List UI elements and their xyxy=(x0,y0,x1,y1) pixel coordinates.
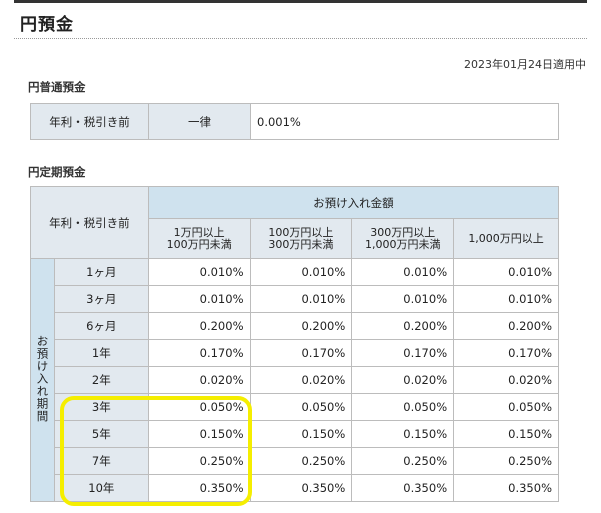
rate-cell: 0.010% xyxy=(351,258,455,286)
rate-cell: 0.250% xyxy=(453,447,559,475)
term-cell: 5年 xyxy=(53,420,149,448)
rate-cell: 0.350% xyxy=(147,474,251,502)
table-row: 6ヶ月 0.200% 0.200% 0.200% 0.200% xyxy=(31,312,559,340)
page-title: 円預金 xyxy=(20,15,74,35)
teiki-rate-label: 年利・税引き前 xyxy=(30,186,149,259)
rate-cell: 0.020% xyxy=(249,366,353,394)
futsuu-heading: 円普通預金 xyxy=(28,80,86,94)
column-header: 1,000万円以上 xyxy=(453,218,559,259)
rate-cell: 0.050% xyxy=(351,393,455,421)
rate-cell: 0.150% xyxy=(147,420,251,448)
rate-cell: 0.010% xyxy=(147,258,251,286)
teiki-heading: 円定期預金 xyxy=(28,165,86,179)
rate-cell: 0.050% xyxy=(147,393,251,421)
effective-date: 2023年01月24日適用中 xyxy=(464,58,586,71)
rate-cell: 0.250% xyxy=(249,447,353,475)
table-row: 3年 0.050% 0.050% 0.050% 0.050% xyxy=(31,393,559,421)
table-row: 10年 0.350% 0.350% 0.350% 0.350% xyxy=(31,474,559,502)
column-header-line2: 100万円未満 xyxy=(166,237,232,251)
column-header: 100万円以上 300万円未満 xyxy=(249,218,353,259)
futsuu-rate-table: 年利・税引き前 一律 0.001% xyxy=(30,103,559,140)
term-cell: 6ヶ月 xyxy=(53,312,149,340)
table-row: 2年 0.020% 0.020% 0.020% 0.020% xyxy=(31,366,559,394)
rate-cell: 0.150% xyxy=(453,420,559,448)
top-border xyxy=(14,0,587,3)
term-cell: 3年 xyxy=(53,393,149,421)
term-cell: 10年 xyxy=(53,474,149,502)
rate-cell: 0.010% xyxy=(147,285,251,313)
table-row: 3ヶ月 0.010% 0.010% 0.010% 0.010% xyxy=(31,285,559,313)
rate-cell: 0.010% xyxy=(453,285,559,313)
rate-cell: 0.350% xyxy=(351,474,455,502)
rate-cell: 0.200% xyxy=(249,312,353,340)
table-row: 5年 0.150% 0.150% 0.150% 0.150% xyxy=(31,420,559,448)
column-header-line2: 1,000万円未満 xyxy=(364,237,441,251)
rate-cell: 0.250% xyxy=(351,447,455,475)
term-cell: 1ヶ月 xyxy=(53,258,149,286)
column-header-line1: 1,000万円以上 xyxy=(468,231,544,245)
table-row: 7年 0.250% 0.250% 0.250% 0.250% xyxy=(31,447,559,475)
rate-cell: 0.010% xyxy=(249,258,353,286)
rate-cell: 0.170% xyxy=(249,339,353,367)
table-row: 1年 0.170% 0.170% 0.170% 0.170% xyxy=(31,339,559,367)
rate-cell: 0.020% xyxy=(147,366,251,394)
term-cell: 2年 xyxy=(53,366,149,394)
title-divider xyxy=(14,38,587,39)
period-label-text: お預け入れ期間 xyxy=(35,334,50,423)
rate-cell: 0.150% xyxy=(351,420,455,448)
teiki-rate-table: 年利・税引き前 お預け入れ金額 1万円以上 100万円未満 100万円以上 300万… xyxy=(30,186,560,502)
rate-cell: 0.010% xyxy=(453,258,559,286)
column-header: 300万円以上 1,000万円未満 xyxy=(351,218,455,259)
rate-cell: 0.200% xyxy=(147,312,251,340)
rate-cell: 0.200% xyxy=(351,312,455,340)
rate-cell: 0.050% xyxy=(249,393,353,421)
rate-cell: 0.170% xyxy=(147,339,251,367)
futsuu-rate-value: 0.001% xyxy=(250,103,559,140)
table-row: お預け入れ期間 1ヶ月 0.010% 0.010% 0.010% 0.010% xyxy=(30,258,559,502)
term-cell: 1年 xyxy=(53,339,149,367)
rate-cell: 0.010% xyxy=(249,285,353,313)
rate-cell: 0.200% xyxy=(453,312,559,340)
rate-cell: 0.010% xyxy=(351,285,455,313)
futsuu-uniform-label: 一律 xyxy=(148,103,251,140)
rate-cell: 0.050% xyxy=(453,393,559,421)
rate-cell: 0.250% xyxy=(147,447,251,475)
rate-cell: 0.170% xyxy=(453,339,559,367)
term-cell: 7年 xyxy=(53,447,149,475)
term-cell: 3ヶ月 xyxy=(53,285,149,313)
header-row: 年利・税引き前 お預け入れ金額 xyxy=(30,186,560,259)
rate-cell: 0.020% xyxy=(351,366,455,394)
column-header-line2: 300万円未満 xyxy=(268,237,334,251)
table-row: 年利・税引き前 一律 0.001% xyxy=(30,103,559,140)
rate-cell: 0.350% xyxy=(453,474,559,502)
futsuu-rate-label: 年利・税引き前 xyxy=(30,103,149,140)
rate-cell: 0.350% xyxy=(249,474,353,502)
column-header: 1万円以上 100万円未満 xyxy=(147,218,251,259)
rate-cell: 0.020% xyxy=(453,366,559,394)
amount-header: お預け入れ金額 xyxy=(147,186,560,219)
rate-cell: 0.170% xyxy=(351,339,455,367)
rate-cell: 0.150% xyxy=(249,420,353,448)
period-label: お預け入れ期間 xyxy=(30,258,55,502)
